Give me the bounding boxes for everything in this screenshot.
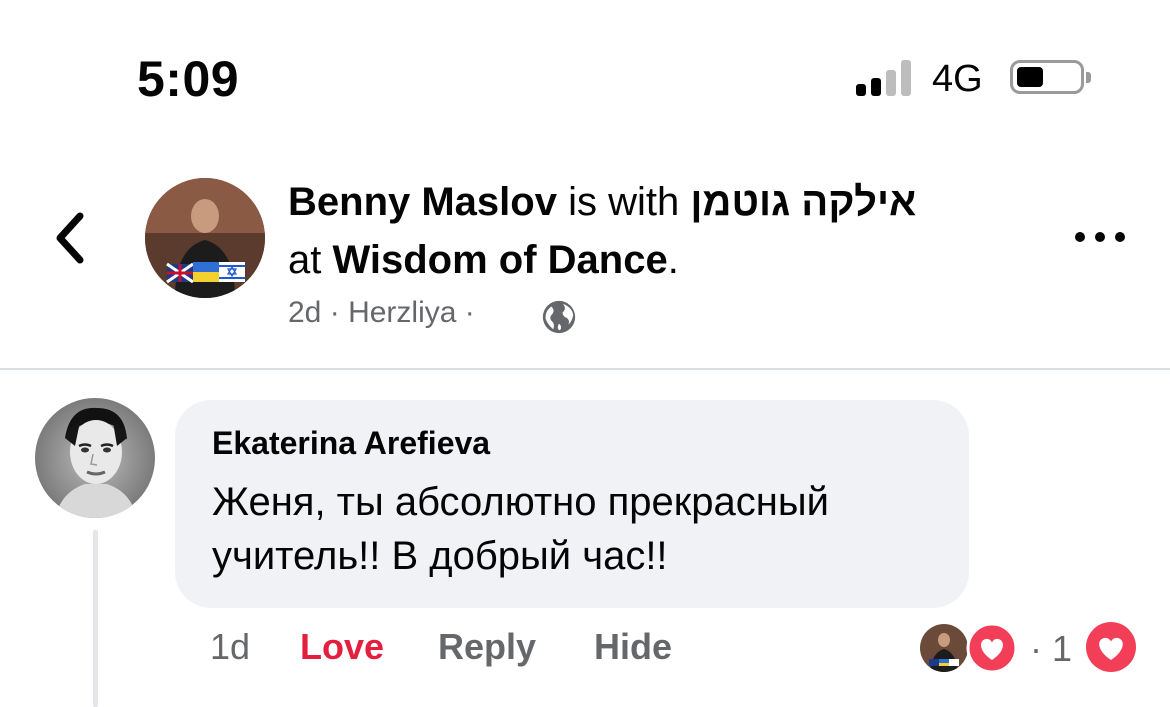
- tagged-person[interactable]: אילקה גוטמן: [690, 180, 916, 224]
- comment-age[interactable]: 1d: [210, 626, 250, 668]
- post-detail-screen: 5:09 4G Benny Maslov is with אילקה גוטמן…: [0, 0, 1170, 707]
- heart-reaction-icon[interactable]: [966, 622, 1018, 674]
- globe-icon: [542, 300, 576, 334]
- reactor-avatar[interactable]: [918, 622, 970, 674]
- post-author-avatar[interactable]: [145, 178, 265, 298]
- comment-text: Женя, ты абсолютно прекрасный учитель!! …: [212, 480, 829, 578]
- reaction-count-value: 1: [1052, 628, 1073, 669]
- with-text: is with: [556, 180, 691, 224]
- status-time: 5:09: [137, 51, 240, 107]
- more-dots-icon[interactable]: [1070, 222, 1130, 252]
- network-type: 4G: [932, 58, 983, 100]
- reaction-count[interactable]: · 1: [1030, 628, 1072, 670]
- post-author-name[interactable]: Benny Maslov: [288, 180, 557, 224]
- comment-author-name[interactable]: Ekaterina Arefieva: [212, 425, 490, 462]
- period: .: [667, 238, 679, 282]
- post-age[interactable]: 2d: [288, 296, 321, 329]
- post-meta: 2d · Herzliya ·: [288, 296, 475, 330]
- reply-button[interactable]: Reply: [438, 626, 536, 668]
- back-chevron-icon[interactable]: [50, 208, 90, 268]
- meta-separator-2: ·: [464, 296, 475, 329]
- cellular-signal-icon: [856, 60, 916, 96]
- comment-author-avatar[interactable]: [35, 398, 155, 518]
- heart-reaction-icon[interactable]: [1084, 620, 1138, 674]
- section-divider: [0, 368, 1170, 370]
- post-location[interactable]: Herzliya: [348, 296, 456, 329]
- reaction-separator: ·: [1030, 628, 1042, 669]
- at-text: at: [288, 238, 333, 282]
- love-button[interactable]: Love: [300, 626, 384, 668]
- battery-icon: [1010, 60, 1091, 94]
- meta-separator: ·: [329, 296, 340, 329]
- post-header-line1: Benny Maslov is with אילקה גוטמן: [288, 176, 916, 228]
- thread-line: [93, 530, 98, 707]
- hide-button[interactable]: Hide: [594, 626, 672, 668]
- post-header-line2: at Wisdom of Dance.: [288, 234, 679, 286]
- place-link[interactable]: Wisdom of Dance: [332, 238, 667, 282]
